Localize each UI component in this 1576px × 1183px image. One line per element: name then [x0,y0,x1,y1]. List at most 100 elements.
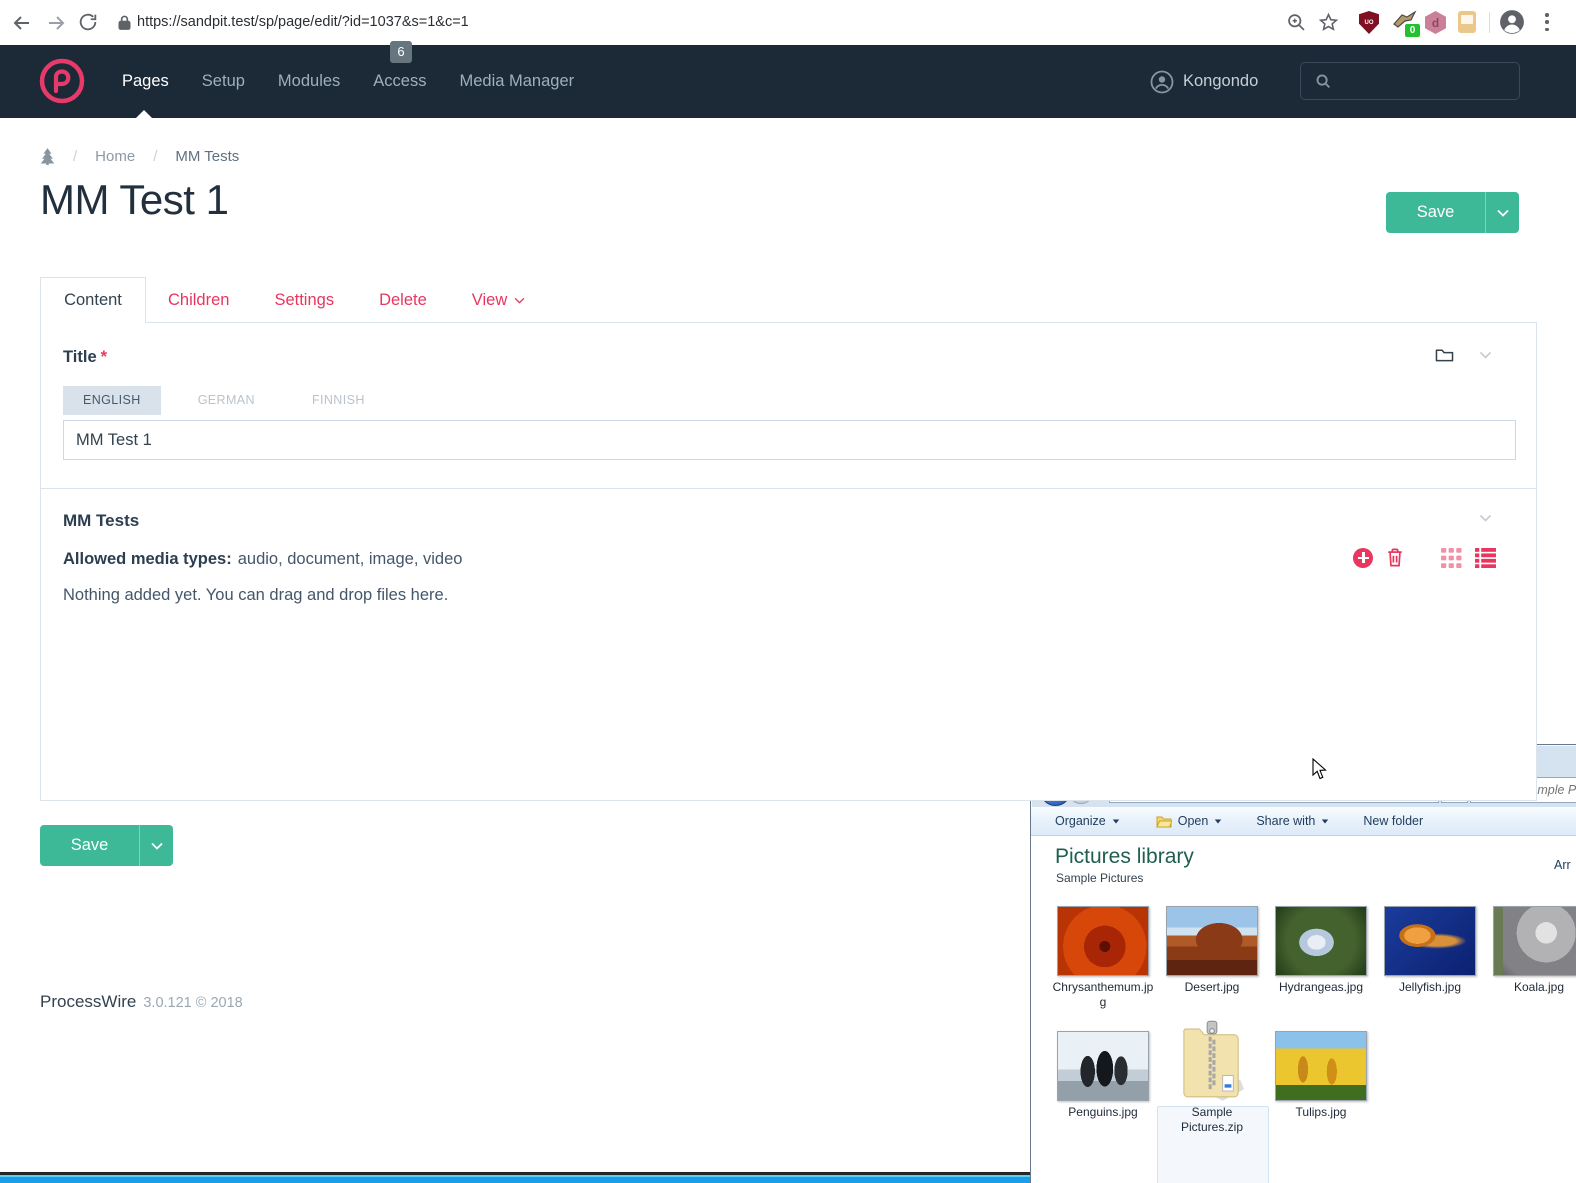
content-panel: Title* ENGLISH GERMAN FINNISH MM Tests A… [40,322,1537,801]
nav-item-setup[interactable]: Setup [202,72,245,91]
thumbnail-hydrangeas [1275,906,1367,976]
bookmark-star-icon[interactable] [1318,12,1344,38]
browser-forward-icon[interactable] [44,11,68,35]
thumbnail-jellyfish [1384,906,1476,976]
explorer-command-bar: Organize Open Share with New folder [1031,807,1576,836]
lang-tab-finnish[interactable]: FINNISH [292,386,385,415]
required-asterisk: * [100,348,108,366]
breadcrumb-mm-tests[interactable]: MM Tests [175,148,239,165]
page-edit-tabs: Content Children Settings Delete View [40,277,525,323]
page-title: MM Test 1 [40,176,229,223]
save-dropdown-toggle[interactable] [140,825,173,866]
notes-extension-icon[interactable] [1458,11,1484,37]
padlock-icon[interactable] [117,14,132,31]
access-count-badge: 6 [390,41,412,63]
ublock-label: UO [1364,19,1374,26]
save-button-label[interactable]: Save [1386,192,1485,233]
user-avatar-icon [1150,70,1174,93]
file-penguins[interactable]: Penguins.jpg [1049,1031,1157,1120]
file-tulips[interactable]: Tulips.jpg [1267,1031,1375,1120]
file-hydrangeas[interactable]: Hydrangeas.jpg [1267,906,1375,995]
zoom-indicator-icon[interactable] [1286,12,1312,38]
extension-badge: 0 [1405,24,1420,37]
file-koala[interactable]: Koala.jpg [1485,906,1576,995]
browser-back-icon[interactable] [10,11,34,35]
nav-item-access[interactable]: Access [373,72,426,91]
footer-brand[interactable]: ProcessWire [40,992,136,1011]
save-dropdown-toggle[interactable] [1486,192,1519,233]
file-label: Hydrangeas.jpg [1278,980,1364,994]
collapse-chevron-icon[interactable] [1479,351,1492,359]
tab-view[interactable]: View [472,291,525,310]
tab-children[interactable]: Children [168,291,229,310]
empty-dropzone-text[interactable]: Nothing added yet. You can drag and drop… [63,586,448,605]
mm-collapse-chevron-icon[interactable] [1479,514,1492,522]
media-actions [1353,547,1496,568]
screen: https://sandpit.test/sp/page/edit/?id=10… [0,0,1576,1183]
file-chrysanthemum[interactable]: Chrysanthemum.jpg [1049,906,1157,1010]
title-field-label: Title * [63,348,107,367]
profile-avatar-icon[interactable] [1499,9,1525,35]
admin-menu: Pages Setup Modules Access Media Manager [122,45,574,118]
trash-icon[interactable] [1386,547,1404,568]
language-tabs: ENGLISH GERMAN FINNISH [63,386,385,415]
breadcrumb: / Home / MM Tests [40,148,239,165]
title-label-text: Title [63,348,97,366]
zip-folder-icon [1183,1020,1244,1101]
processwire-logo[interactable] [38,57,86,105]
browser-toolbar: https://sandpit.test/sp/page/edit/?id=10… [0,0,1576,45]
file-label: Koala.jpg [1513,980,1565,994]
add-media-icon[interactable] [1353,547,1373,568]
share-with-label: Share with [1256,814,1316,828]
new-folder-label: New folder [1363,814,1424,828]
lang-tab-english[interactable]: ENGLISH [63,386,161,415]
list-view-icon[interactable] [1475,547,1496,568]
file-sample-pictures-zip[interactable]: Sample Pictures.zip [1158,1019,1266,1135]
extension-d-icon[interactable]: d [1425,11,1451,37]
thumbnail-penguins [1057,1031,1149,1101]
file-desert[interactable]: Desert.jpg [1158,906,1266,995]
thumbnail-koala [1493,906,1576,976]
ublock-extension-icon[interactable]: UO [1359,11,1385,37]
open-label: Open [1177,814,1209,828]
file-jellyfish[interactable]: Jellyfish.jpg [1376,906,1484,995]
tab-delete[interactable]: Delete [379,291,427,310]
save-button-label[interactable]: Save [40,825,139,866]
organize-button[interactable]: Organize [1055,814,1120,828]
tab-settings[interactable]: Settings [274,291,334,310]
new-folder-button[interactable]: New folder [1363,814,1423,828]
grid-view-icon[interactable] [1441,547,1462,568]
explorer-file-area: Pictures library Sample Pictures Arr Chr… [1031,836,1576,1183]
lang-tab-german[interactable]: GERMAN [178,386,275,415]
url-bar[interactable]: https://sandpit.test/sp/page/edit/?id=10… [137,0,469,45]
arrange-by-control[interactable]: Arr [1554,858,1571,872]
file-label: Desert.jpg [1184,980,1240,994]
library-title: Pictures library [1055,845,1194,868]
browser-reload-icon[interactable] [77,11,101,35]
footer: ProcessWire 3.0.121 © 2018 [40,992,243,1012]
file-label: Sample Pictures.zip [1180,1105,1244,1134]
browser-menu-icon[interactable] [1545,13,1549,31]
tree-icon[interactable] [40,148,55,165]
allowed-media-values: audio, document, image, video [237,550,463,568]
open-folder-icon [1155,816,1172,827]
library-subtitle: Sample Pictures [1056,871,1144,885]
footer-version: 3.0.121 © 2018 [143,995,243,1011]
open-button[interactable]: Open [1155,814,1223,828]
nav-item-pages[interactable]: Pages [122,72,169,91]
tab-content[interactable]: Content [40,277,146,323]
admin-search-input[interactable] [1300,62,1520,100]
taskbar-edge[interactable] [0,1172,1030,1183]
save-button-top[interactable]: Save [1386,192,1519,233]
nav-item-media-manager[interactable]: Media Manager [459,72,574,91]
folder-icon[interactable] [1435,346,1454,363]
thumbnail-chrysanthemum [1057,906,1149,976]
user-name: Kongondo [1183,72,1259,90]
share-with-button[interactable]: Share with [1256,814,1329,828]
title-text-input[interactable] [63,420,1516,460]
save-button-bottom[interactable]: Save [40,825,173,866]
nav-item-modules[interactable]: Modules [278,72,340,91]
admin-navbar: Pages Setup Modules Access Media Manager… [0,41,1576,118]
breadcrumb-home[interactable]: Home [95,148,135,165]
user-menu[interactable]: Kongondo [1150,45,1258,118]
